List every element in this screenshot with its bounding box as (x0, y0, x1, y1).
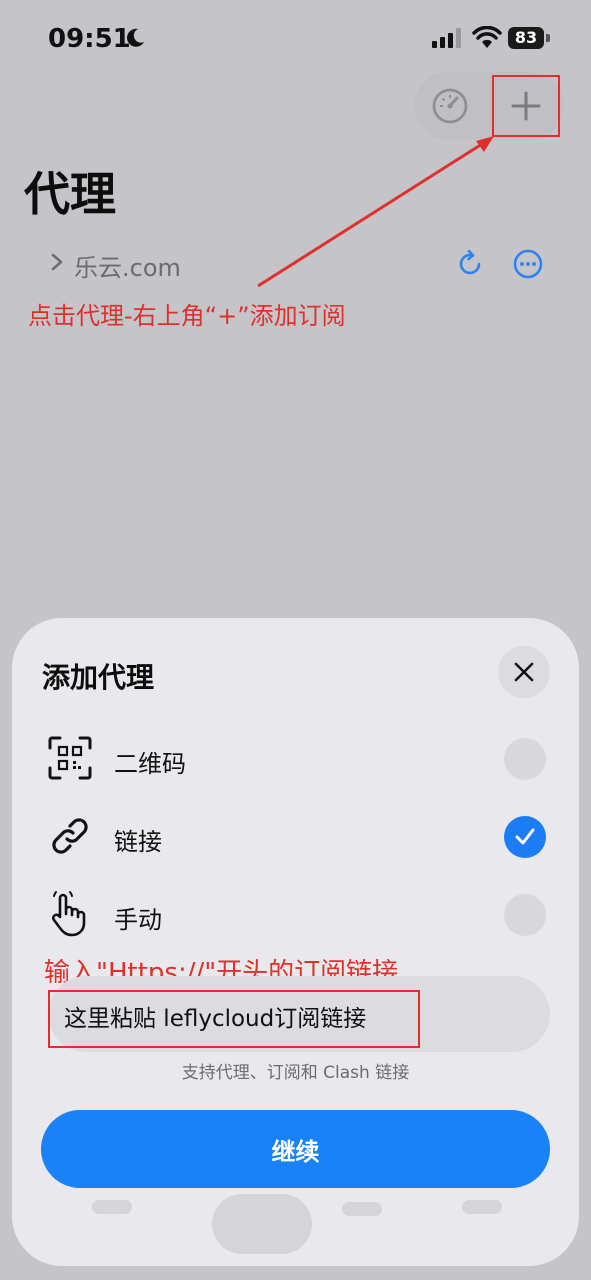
option-qr-code[interactable]: 二维码 (42, 728, 552, 788)
supported-formats-hint: 支持代理、订阅和 Clash 链接 (181, 1063, 410, 1083)
close-icon (514, 662, 534, 682)
option-link-radio[interactable] (504, 816, 546, 858)
status-time: 09:51 (48, 24, 131, 54)
annotation-step-1: 点击代理-右上角“+”添加订阅 (28, 302, 346, 330)
plus-icon (511, 91, 541, 121)
option-qr-code-radio[interactable] (504, 738, 546, 780)
option-manual[interactable]: 手动 (42, 884, 552, 944)
background-tab-bar (92, 1194, 502, 1254)
link-icon (52, 818, 88, 854)
option-link-label: 链接 (114, 828, 162, 856)
wifi-icon (472, 26, 502, 48)
more-options-icon[interactable] (512, 248, 544, 280)
option-link[interactable]: 链接 (42, 806, 552, 866)
battery-indicator: 83 (508, 27, 552, 49)
chevron-right-icon[interactable] (48, 250, 66, 274)
checkmark-icon (515, 828, 535, 845)
refresh-icon[interactable] (454, 248, 486, 280)
battery-level: 83 (508, 27, 544, 49)
page-title: 代理 (24, 167, 116, 221)
option-manual-radio[interactable] (504, 894, 546, 936)
hand-pointer-icon (52, 891, 86, 937)
option-qr-code-label: 二维码 (114, 750, 186, 778)
subscription-row[interactable]: 乐云.com (48, 244, 548, 284)
sheet-title: 添加代理 (42, 661, 155, 694)
close-button[interactable] (498, 646, 550, 698)
cellular-signal-icon (432, 28, 461, 48)
speedometer-icon[interactable] (430, 86, 470, 126)
add-subscription-button[interactable] (492, 75, 560, 137)
subscription-link-input[interactable] (64, 996, 404, 1042)
qr-code-icon (48, 736, 92, 780)
battery-tip (546, 34, 550, 42)
moon-icon (127, 28, 144, 47)
subscription-name: 乐云.com (74, 254, 181, 282)
add-proxy-sheet: 添加代理 二维码 链接 手动 输入"Https://"开头的订阅链接 这里粘贴 … (12, 618, 579, 1266)
continue-button[interactable]: 继续 (41, 1110, 550, 1188)
status-bar: 09:51 83 (0, 0, 591, 80)
option-manual-label: 手动 (114, 906, 162, 934)
